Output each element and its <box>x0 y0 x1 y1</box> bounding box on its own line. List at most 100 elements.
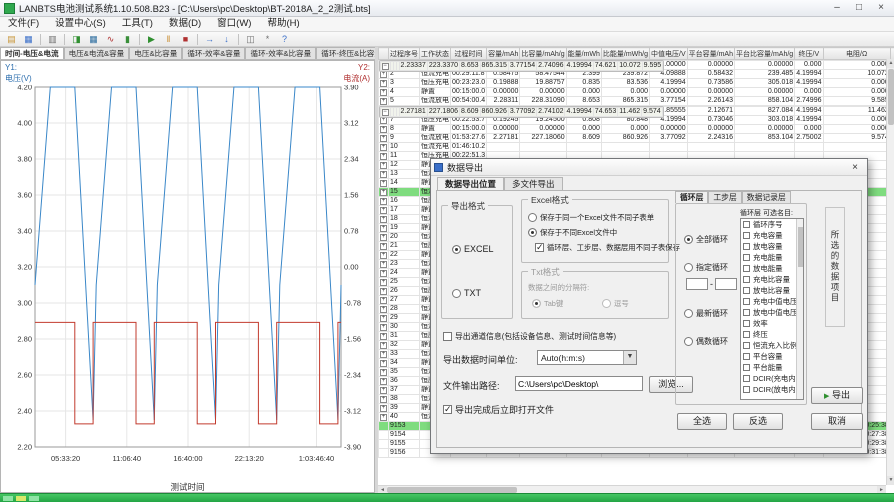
toolbar-jump-step-button[interactable]: → <box>201 33 218 46</box>
table-row[interactable]: −2.23337223.33708.653865.3153.771542.740… <box>379 60 665 72</box>
column-header[interactable]: 平台比容量/mAh/g <box>735 48 795 60</box>
dialog-close-icon[interactable]: × <box>846 160 864 175</box>
toolbar-data-grid-button[interactable]: ▦ <box>85 33 102 46</box>
row-expander-icon[interactable]: + <box>380 333 387 340</box>
row-expander-icon[interactable]: + <box>380 189 387 196</box>
field-checkbox-item[interactable]: 终压 <box>741 329 803 340</box>
row-expander-icon[interactable]: + <box>380 80 387 87</box>
dialog-tab-0[interactable]: 数据导出位置 <box>437 177 504 190</box>
menu-item-2[interactable]: 工具(T) <box>114 17 161 31</box>
cycle-range-start-input[interactable] <box>686 278 708 290</box>
radio-txt[interactable]: TXT <box>452 288 481 298</box>
toolbar-data-export-button[interactable]: ↓ <box>218 33 235 46</box>
field-checkbox-item[interactable]: 放电容量 <box>741 241 803 252</box>
field-checkbox-item[interactable]: 恒流充入比例 <box>741 340 803 351</box>
menu-item-0[interactable]: 文件(F) <box>0 17 47 31</box>
cycle-range-end-input[interactable] <box>715 278 737 290</box>
invert-selection-button[interactable]: 反选 <box>733 413 783 430</box>
table-row[interactable]: +10恒流充电01:46:10.2 <box>379 143 894 152</box>
list-scrollbar[interactable] <box>796 219 803 399</box>
layer-tab-1[interactable]: 工步层 <box>708 191 741 203</box>
column-header[interactable]: 过程序号 <box>389 48 420 60</box>
toolbar-save-button[interactable]: ▦ <box>20 33 37 46</box>
row-expander-icon[interactable]: + <box>380 162 387 169</box>
field-checkbox-item[interactable]: 充电容量 <box>741 230 803 241</box>
scroll-up-icon[interactable]: ▲ <box>887 59 894 68</box>
field-checkbox-item[interactable]: 平台容量 <box>741 351 803 362</box>
row-expander-icon[interactable]: + <box>380 414 387 421</box>
row-expander-icon[interactable]: + <box>380 387 387 394</box>
chart-tab-2[interactable]: 电压&比容量 <box>129 47 182 59</box>
field-checkbox-item[interactable]: 放电能量 <box>741 263 803 274</box>
row-expander-icon[interactable]: + <box>380 324 387 331</box>
toolbar-pause-test-button[interactable]: ‖ <box>160 33 177 46</box>
toolbar-line-chart-button[interactable]: ∿ <box>102 33 119 46</box>
row-expander-icon[interactable]: + <box>380 297 387 304</box>
scroll-right-icon[interactable]: ► <box>877 486 886 493</box>
cycle-option-0[interactable]: 全部循环 <box>684 234 728 245</box>
radio-same-file[interactable]: 保存于同一个Excel文件不同子表单 <box>528 212 654 223</box>
toolbar-window-split-button[interactable]: ◫ <box>242 33 259 46</box>
row-expander-icon[interactable]: + <box>380 378 387 385</box>
radio-diff-file[interactable]: 保存于不同Excel文件中 <box>528 227 617 238</box>
row-expander-icon[interactable]: + <box>380 243 387 250</box>
row-expander-icon[interactable]: + <box>380 153 387 160</box>
field-checkbox-item[interactable]: DCIR(放电内阻) <box>741 384 803 395</box>
output-path-input[interactable] <box>515 376 643 391</box>
row-expander-icon[interactable]: + <box>380 225 387 232</box>
row-expander-icon[interactable]: + <box>380 306 387 313</box>
column-header[interactable]: 中值电压/V <box>650 48 688 60</box>
toolbar-channel-monitor-button[interactable]: ◨ <box>68 33 85 46</box>
toolbar-stop-test-button[interactable]: ■ <box>177 33 194 46</box>
row-expander-icon[interactable]: + <box>380 360 387 367</box>
row-expander-icon[interactable]: − <box>382 109 389 116</box>
row-expander-icon[interactable]: + <box>380 71 387 78</box>
field-checkbox-item[interactable]: 充电能量 <box>741 252 803 263</box>
field-checkbox-item[interactable]: 充电比容量 <box>741 274 803 285</box>
cycle-option-2[interactable]: 最新循环 <box>684 308 728 319</box>
field-checkbox-item[interactable]: 循环序号 <box>741 219 803 230</box>
table-row[interactable]: +5恒流放电00:54:00.42.28311228.310908.653865… <box>379 97 894 106</box>
minimize-button[interactable]: – <box>826 1 848 16</box>
chart-tab-3[interactable]: 循环-效率&容量 <box>182 47 245 59</box>
menu-item-4[interactable]: 窗口(W) <box>209 17 259 31</box>
row-expander-icon[interactable]: + <box>380 396 387 403</box>
maximize-button[interactable]: □ <box>848 1 870 16</box>
column-header[interactable]: 比容量/mAh/g <box>520 48 566 60</box>
column-header[interactable]: 电阻/Ω <box>823 48 890 60</box>
row-expander-icon[interactable]: + <box>380 261 387 268</box>
row-expander-icon[interactable]: + <box>380 117 387 124</box>
field-checkbox-item[interactable]: DCIR(充电内阻) <box>741 373 803 384</box>
column-header[interactable]: 比能量/mWh/g <box>601 48 649 60</box>
layer-tab-2[interactable]: 数据记录层 <box>742 191 791 203</box>
row-expander-icon[interactable]: + <box>380 234 387 241</box>
row-expander-icon[interactable]: + <box>380 171 387 178</box>
row-expander-icon[interactable]: + <box>380 369 387 376</box>
row-expander-icon[interactable]: + <box>380 270 387 277</box>
row-expander-icon[interactable]: + <box>380 89 387 96</box>
row-expander-icon[interactable]: + <box>380 216 387 223</box>
table-row[interactable]: +4静置00:15:00.00.000000.000000.0000.0000.… <box>379 88 894 97</box>
toolbar-start-test-button[interactable]: ▶ <box>143 33 160 46</box>
time-unit-dropdown[interactable]: Auto(h:m:s) ▼ <box>537 350 637 365</box>
column-header[interactable]: 平台容量/mAh <box>687 48 734 60</box>
radio-excel[interactable]: EXCEL <box>452 244 494 254</box>
toolbar-bar-chart-button[interactable]: ▮ <box>119 33 136 46</box>
chart-tab-1[interactable]: 电压&电流&容量 <box>64 47 130 59</box>
menu-item-5[interactable]: 帮助(H) <box>259 17 307 31</box>
field-checkbox-item[interactable]: 放电中值电压 <box>741 307 803 318</box>
horizontal-scrollbar[interactable]: ◄ ► <box>378 485 886 493</box>
table-row[interactable]: −2.27181227.18068.609860.9263.770922.741… <box>379 106 664 118</box>
field-checkbox-item[interactable]: 效率 <box>741 318 803 329</box>
export-button[interactable]: ▶ 导出 <box>811 387 863 404</box>
column-header[interactable]: 容量/mAh <box>487 48 520 60</box>
dialog-tab-1[interactable]: 多文件导出 <box>504 177 563 190</box>
cancel-button[interactable]: 取消 <box>811 413 863 430</box>
toolbar-help-button[interactable]: ? <box>276 33 293 46</box>
row-expander-icon[interactable]: + <box>380 351 387 358</box>
cycle-option-3[interactable]: 偶数循环 <box>684 336 728 347</box>
toolbar-open-file-button[interactable]: ▤ <box>3 33 20 46</box>
chart-tab-0[interactable]: 时间-电压&电流 <box>0 47 64 59</box>
column-header[interactable]: 工作状态 <box>420 48 451 60</box>
menu-item-3[interactable]: 数据(D) <box>161 17 209 31</box>
